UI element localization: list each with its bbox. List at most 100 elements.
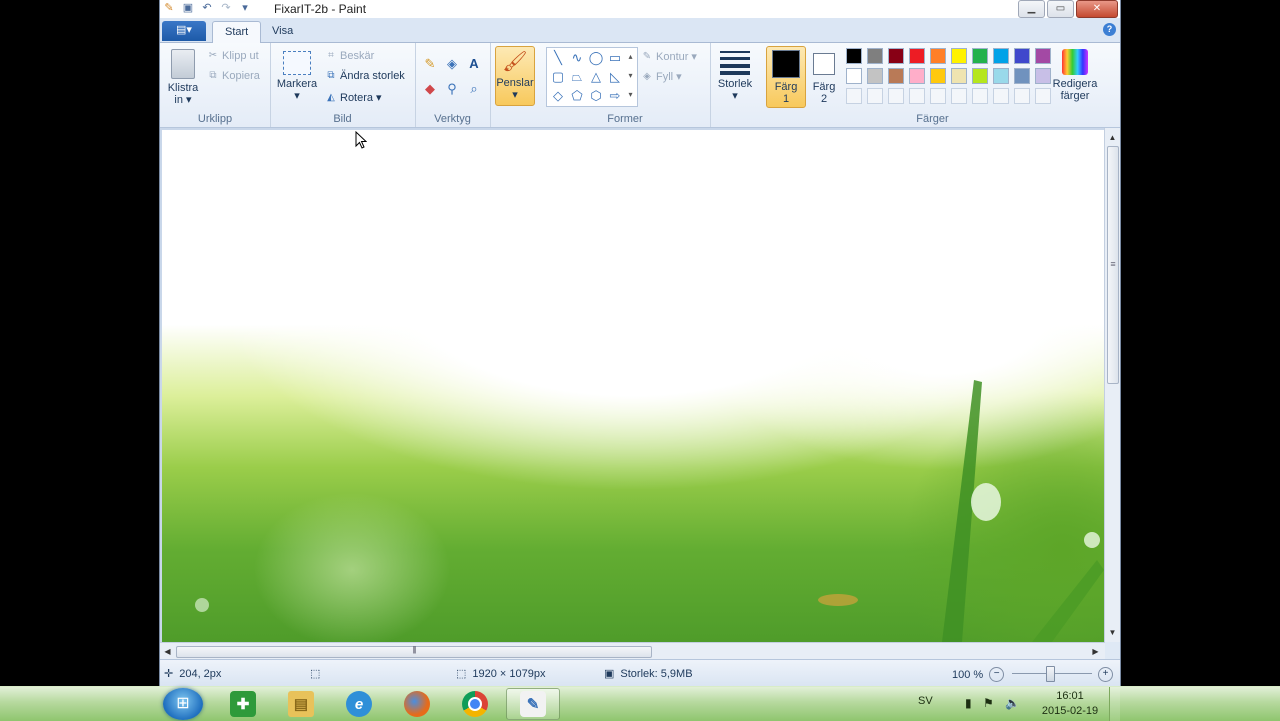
palette-color-swatch[interactable] bbox=[1014, 48, 1030, 64]
vertical-scrollbar[interactable]: ▲ ▼ bbox=[1104, 128, 1120, 642]
palette-color-swatch[interactable] bbox=[867, 48, 883, 64]
zoom-out-button[interactable]: − bbox=[989, 667, 1005, 682]
shapes-scroll[interactable]: ▴ ▾ ▾ bbox=[625, 47, 636, 105]
paste-button[interactable]: Klistra in ▾ bbox=[166, 49, 200, 106]
zoom-in-button[interactable]: + bbox=[1098, 667, 1113, 682]
file-menu-button[interactable]: ▤▾ bbox=[162, 21, 206, 41]
palette-color-swatch[interactable] bbox=[930, 68, 946, 84]
color1-button[interactable]: Färg 1 bbox=[766, 46, 806, 108]
line-shape-icon[interactable]: ╲ bbox=[549, 50, 567, 66]
volume-icon[interactable]: 🔈 bbox=[1005, 696, 1020, 710]
taskbar-paint[interactable]: ✎ bbox=[506, 688, 560, 720]
custom-color-slot[interactable] bbox=[1014, 88, 1030, 104]
palette-color-swatch[interactable] bbox=[846, 48, 862, 64]
taskbar-app-green[interactable]: ✚ bbox=[216, 688, 270, 720]
resize-button[interactable]: ⧉ Ändra storlek bbox=[325, 70, 404, 82]
tab-visa[interactable]: Visa bbox=[260, 21, 305, 42]
right-triangle-shape-icon[interactable]: ◺ bbox=[606, 69, 624, 85]
taskbar-firefox[interactable] bbox=[390, 688, 444, 720]
custom-color-slot[interactable] bbox=[1035, 88, 1051, 104]
palette-color-swatch[interactable] bbox=[888, 48, 904, 64]
maximize-button[interactable]: ▭ bbox=[1047, 0, 1074, 18]
clock[interactable]: 16:01 2015-02-19 bbox=[1032, 689, 1108, 719]
tab-start[interactable]: Start bbox=[212, 21, 262, 43]
oval-shape-icon[interactable]: ◯ bbox=[587, 50, 605, 66]
custom-color-slot[interactable] bbox=[993, 88, 1009, 104]
palette-color-swatch[interactable] bbox=[1035, 48, 1051, 64]
paint-app-icon[interactable]: ✎ bbox=[162, 1, 176, 15]
palette-color-swatch[interactable] bbox=[909, 48, 925, 64]
crop-button[interactable]: ⌗ Beskär bbox=[325, 50, 374, 62]
palette-color-swatch[interactable] bbox=[888, 68, 904, 84]
palette-color-swatch[interactable] bbox=[846, 68, 862, 84]
taskbar-ie[interactable]: e bbox=[332, 688, 386, 720]
palette-color-swatch[interactable] bbox=[930, 48, 946, 64]
redo-icon[interactable]: ↷ bbox=[219, 1, 233, 15]
custom-color-slot[interactable] bbox=[930, 88, 946, 104]
palette-color-swatch[interactable] bbox=[972, 68, 988, 84]
scroll-down-arrow[interactable]: ▼ bbox=[1105, 625, 1120, 640]
cut-button[interactable]: ✂ Klipp ut bbox=[207, 50, 259, 62]
show-desktop-button[interactable] bbox=[1109, 687, 1120, 721]
palette-color-swatch[interactable] bbox=[867, 68, 883, 84]
horizontal-scrollbar[interactable]: ◀ ▶ bbox=[160, 642, 1105, 659]
vertical-scroll-thumb[interactable] bbox=[1107, 146, 1119, 384]
rotate-button[interactable]: ◭ Rotera ▾ bbox=[325, 91, 381, 105]
action-center-icon[interactable]: ⚑ bbox=[983, 696, 994, 710]
palette-color-swatch[interactable] bbox=[1014, 68, 1030, 84]
outline-button[interactable]: ✎ Kontur ▾ bbox=[641, 50, 697, 64]
rounded-rect-shape-icon[interactable]: ▢ bbox=[549, 69, 567, 85]
palette-color-swatch[interactable] bbox=[951, 68, 967, 84]
palette-color-swatch[interactable] bbox=[972, 48, 988, 64]
zoom-slider-thumb[interactable] bbox=[1046, 666, 1055, 682]
customize-qat-icon[interactable]: ▾ bbox=[238, 1, 252, 15]
custom-color-slot[interactable] bbox=[867, 88, 883, 104]
taskbar-explorer[interactable]: ▤ bbox=[274, 688, 328, 720]
text-icon[interactable]: A bbox=[464, 54, 484, 74]
polygon-shape-icon[interactable]: ⏢ bbox=[568, 69, 586, 85]
palette-color-swatch[interactable] bbox=[1035, 68, 1051, 84]
arrow-shape-icon[interactable]: ⇨ bbox=[606, 88, 624, 104]
taskbar-chrome[interactable] bbox=[448, 688, 502, 720]
magnifier-icon[interactable]: ⌕ bbox=[464, 79, 484, 99]
eraser-icon[interactable]: ◆ bbox=[420, 79, 440, 99]
curve-shape-icon[interactable]: ∿ bbox=[568, 50, 586, 66]
scroll-right-arrow[interactable]: ▶ bbox=[1088, 644, 1103, 659]
custom-color-slot[interactable] bbox=[909, 88, 925, 104]
minimize-button[interactable]: ▁ bbox=[1018, 0, 1045, 18]
custom-color-slot[interactable] bbox=[888, 88, 904, 104]
save-icon[interactable]: ▣ bbox=[181, 1, 195, 15]
brushes-button[interactable]: 🖌 Penslar ▾ bbox=[495, 46, 535, 106]
custom-color-slot[interactable] bbox=[951, 88, 967, 104]
undo-icon[interactable]: ↶ bbox=[200, 1, 214, 15]
drawing-canvas[interactable] bbox=[162, 130, 1104, 642]
color2-button[interactable]: Färg 2 bbox=[806, 46, 842, 106]
custom-color-slot[interactable] bbox=[846, 88, 862, 104]
tray-icons[interactable]: ▮ ⚑ 🔈 bbox=[965, 696, 1020, 710]
custom-color-slot[interactable] bbox=[972, 88, 988, 104]
triangle-shape-icon[interactable]: △ bbox=[587, 69, 605, 85]
scroll-up-arrow[interactable]: ▲ bbox=[1105, 130, 1120, 145]
pentagon-shape-icon[interactable]: ⬠ bbox=[568, 88, 586, 104]
help-icon[interactable]: ? bbox=[1103, 23, 1116, 36]
size-button[interactable]: Storlek ▾ bbox=[715, 49, 755, 102]
start-button[interactable] bbox=[163, 688, 203, 720]
palette-color-swatch[interactable] bbox=[993, 68, 1009, 84]
close-button[interactable]: ✕ bbox=[1076, 0, 1118, 18]
hexagon-shape-icon[interactable]: ⬡ bbox=[587, 88, 605, 104]
copy-button[interactable]: ⧉ Kopiera bbox=[207, 70, 260, 82]
rectangle-shape-icon[interactable]: ▭ bbox=[606, 50, 624, 66]
pencil-icon[interactable]: ✎ bbox=[420, 54, 440, 74]
palette-color-swatch[interactable] bbox=[951, 48, 967, 64]
edit-colors-button[interactable]: Redigera färger bbox=[1050, 49, 1100, 102]
horizontal-scroll-thumb[interactable] bbox=[176, 645, 652, 658]
scroll-left-arrow[interactable]: ◀ bbox=[160, 644, 175, 659]
fill-button[interactable]: ◈ Fyll ▾ bbox=[641, 70, 682, 84]
color-picker-icon[interactable]: ⚲ bbox=[442, 79, 462, 99]
fill-icon[interactable]: ◈ bbox=[442, 54, 462, 74]
diamond-shape-icon[interactable]: ◇ bbox=[549, 88, 567, 104]
select-button[interactable]: Markera ▾ bbox=[276, 51, 318, 102]
palette-color-swatch[interactable] bbox=[909, 68, 925, 84]
language-indicator[interactable]: SV bbox=[918, 695, 933, 707]
network-icon[interactable]: ▮ bbox=[965, 696, 972, 710]
